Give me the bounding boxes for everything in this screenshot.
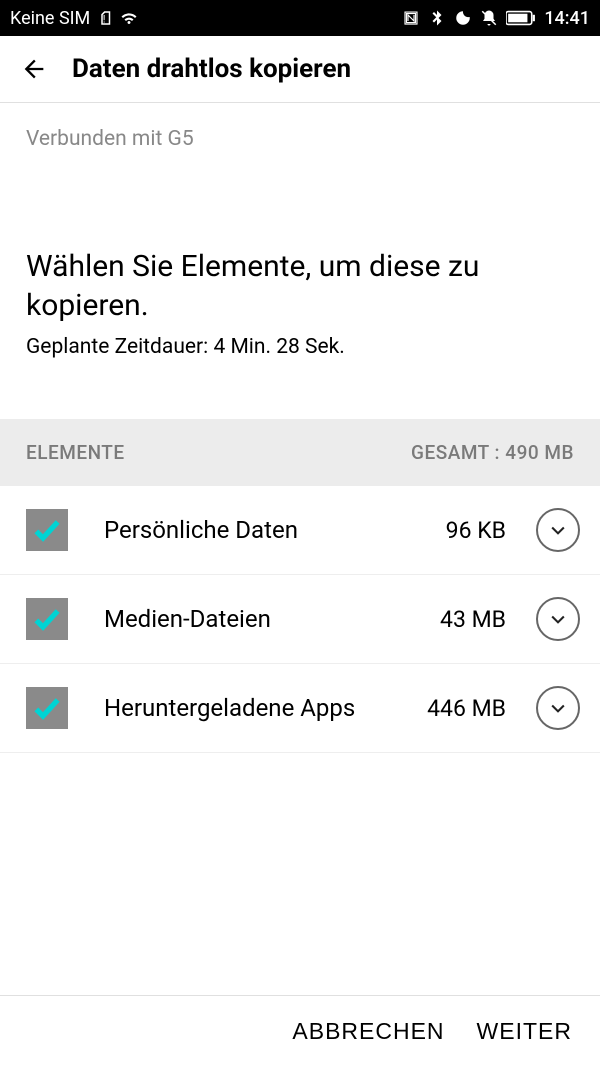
- connection-status: Verbunden mit G5: [0, 103, 600, 151]
- checkbox-personal-data[interactable]: [26, 509, 68, 551]
- chevron-down-icon: [548, 520, 568, 540]
- sim-icon: !: [96, 9, 114, 27]
- battery-icon: [506, 10, 536, 26]
- chevron-down-icon: [548, 698, 568, 718]
- footer-bar: ABBRECHEN WEITER: [0, 995, 600, 1067]
- list-item: Persönliche Daten 96 KB: [0, 486, 600, 575]
- app-header: Daten drahtlos kopieren: [0, 36, 600, 103]
- nfc-icon: [402, 9, 420, 27]
- clock-text: 14:41: [544, 8, 590, 29]
- expand-button[interactable]: [536, 686, 580, 730]
- expand-button[interactable]: [536, 597, 580, 641]
- checkbox-downloaded-apps[interactable]: [26, 687, 68, 729]
- moon-icon: [454, 9, 472, 27]
- item-label: Medien-Dateien: [86, 605, 422, 633]
- back-arrow-icon[interactable]: [20, 55, 48, 83]
- svg-text:!: !: [103, 13, 106, 26]
- item-label: Persönliche Daten: [86, 516, 428, 544]
- list-header-left: ELEMENTE: [26, 441, 125, 464]
- wifi-icon: [120, 9, 138, 27]
- item-size: 96 KB: [446, 517, 518, 544]
- next-button[interactable]: WEITER: [477, 1018, 572, 1045]
- checkmark-icon: [31, 514, 63, 546]
- list-item: Medien-Dateien 43 MB: [0, 575, 600, 664]
- estimated-duration: Geplante Zeitdauer: 4 Min. 28 Sek.: [0, 325, 600, 359]
- carrier-text: Keine SIM: [10, 8, 90, 29]
- checkbox-media-files[interactable]: [26, 598, 68, 640]
- bluetooth-icon: [428, 9, 446, 27]
- list-header-right: GESAMT : 490 MB: [411, 441, 574, 464]
- list-header: ELEMENTE GESAMT : 490 MB: [0, 419, 600, 486]
- item-label: Heruntergeladene Apps: [86, 694, 409, 722]
- status-bar: Keine SIM ! 14:41: [0, 0, 600, 36]
- chevron-down-icon: [548, 609, 568, 629]
- main-heading: Wählen Sie Elemente, um diese zu kopiere…: [0, 151, 600, 325]
- cancel-button[interactable]: ABBRECHEN: [292, 1018, 444, 1045]
- page-title: Daten drahtlos kopieren: [72, 54, 351, 84]
- checkmark-icon: [31, 692, 63, 724]
- checkmark-icon: [31, 603, 63, 635]
- list-item: Heruntergeladene Apps 446 MB: [0, 664, 600, 753]
- spacer: [0, 753, 600, 995]
- mute-bell-icon: [480, 9, 498, 27]
- item-size: 446 MB: [427, 695, 518, 722]
- expand-button[interactable]: [536, 508, 580, 552]
- item-size: 43 MB: [440, 606, 518, 633]
